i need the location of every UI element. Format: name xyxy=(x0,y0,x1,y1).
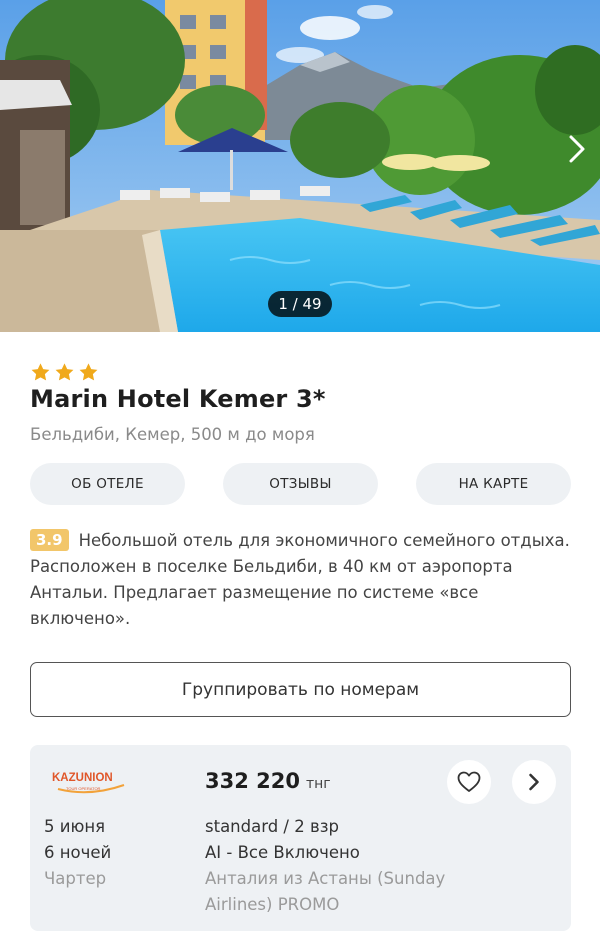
offer-nights: 6 ночей xyxy=(44,843,112,862)
offer-currency: тнг xyxy=(305,776,331,792)
heart-icon xyxy=(457,771,481,792)
description-text: Небольшой отель для экономичного семейно… xyxy=(30,531,570,628)
photo-counter: 1 / 49 xyxy=(268,291,332,317)
hotel-stars xyxy=(30,362,99,383)
offer-date: 5 июня xyxy=(44,817,106,836)
tab-reviews[interactable]: ОТЗЫВЫ xyxy=(223,463,378,505)
favorite-button[interactable] xyxy=(447,760,491,804)
hotel-description: 3.9 Небольшой отель для экономичного семе… xyxy=(30,528,575,632)
offer-price: 332 220 xyxy=(205,769,300,793)
photo-gallery[interactable]: 1 / 49 xyxy=(0,0,600,332)
rating-badge: 3.9 xyxy=(30,529,69,551)
hotel-name: Marin Hotel Kemer 3* xyxy=(30,385,326,413)
offer-flight-type: Чартер xyxy=(44,869,107,888)
offer-details: standard / 2 взр AI - Все Включено Антал… xyxy=(205,814,505,918)
chevron-right-icon xyxy=(569,135,585,163)
offer-room: standard / 2 взр xyxy=(205,817,339,836)
offer-card[interactable]: KAZUNION TOUR OPERATOR 332 220 тнг 5 июн… xyxy=(30,745,571,931)
hotel-photo xyxy=(0,0,600,332)
svg-text:TOUR OPERATOR: TOUR OPERATOR xyxy=(66,786,101,791)
offer-meal: AI - Все Включено xyxy=(205,843,360,862)
gallery-next-button[interactable] xyxy=(560,126,594,172)
star-icon xyxy=(55,363,74,381)
chevron-right-icon xyxy=(529,773,539,791)
kazunion-logo: KAZUNION TOUR OPERATOR xyxy=(52,772,125,794)
tab-about-hotel[interactable]: ОБ ОТЕЛЕ xyxy=(30,463,185,505)
open-offer-button[interactable] xyxy=(512,760,556,804)
star-icon xyxy=(79,363,98,381)
offer-flight: Анталия из Астаны (Sunday Airlines) PROM… xyxy=(205,869,446,914)
svg-text:KAZUNION: KAZUNION xyxy=(52,772,113,784)
tab-on-map[interactable]: НА КАРТЕ xyxy=(416,463,571,505)
hotel-location: Бельдиби, Кемер, 500 м до моря xyxy=(30,425,315,444)
group-by-rooms-button[interactable]: Группировать по номерам xyxy=(30,662,571,717)
price-row: 332 220 тнг xyxy=(205,769,331,793)
star-icon xyxy=(31,363,50,381)
offer-dates: 5 июня 6 ночей Чартер xyxy=(44,814,111,892)
